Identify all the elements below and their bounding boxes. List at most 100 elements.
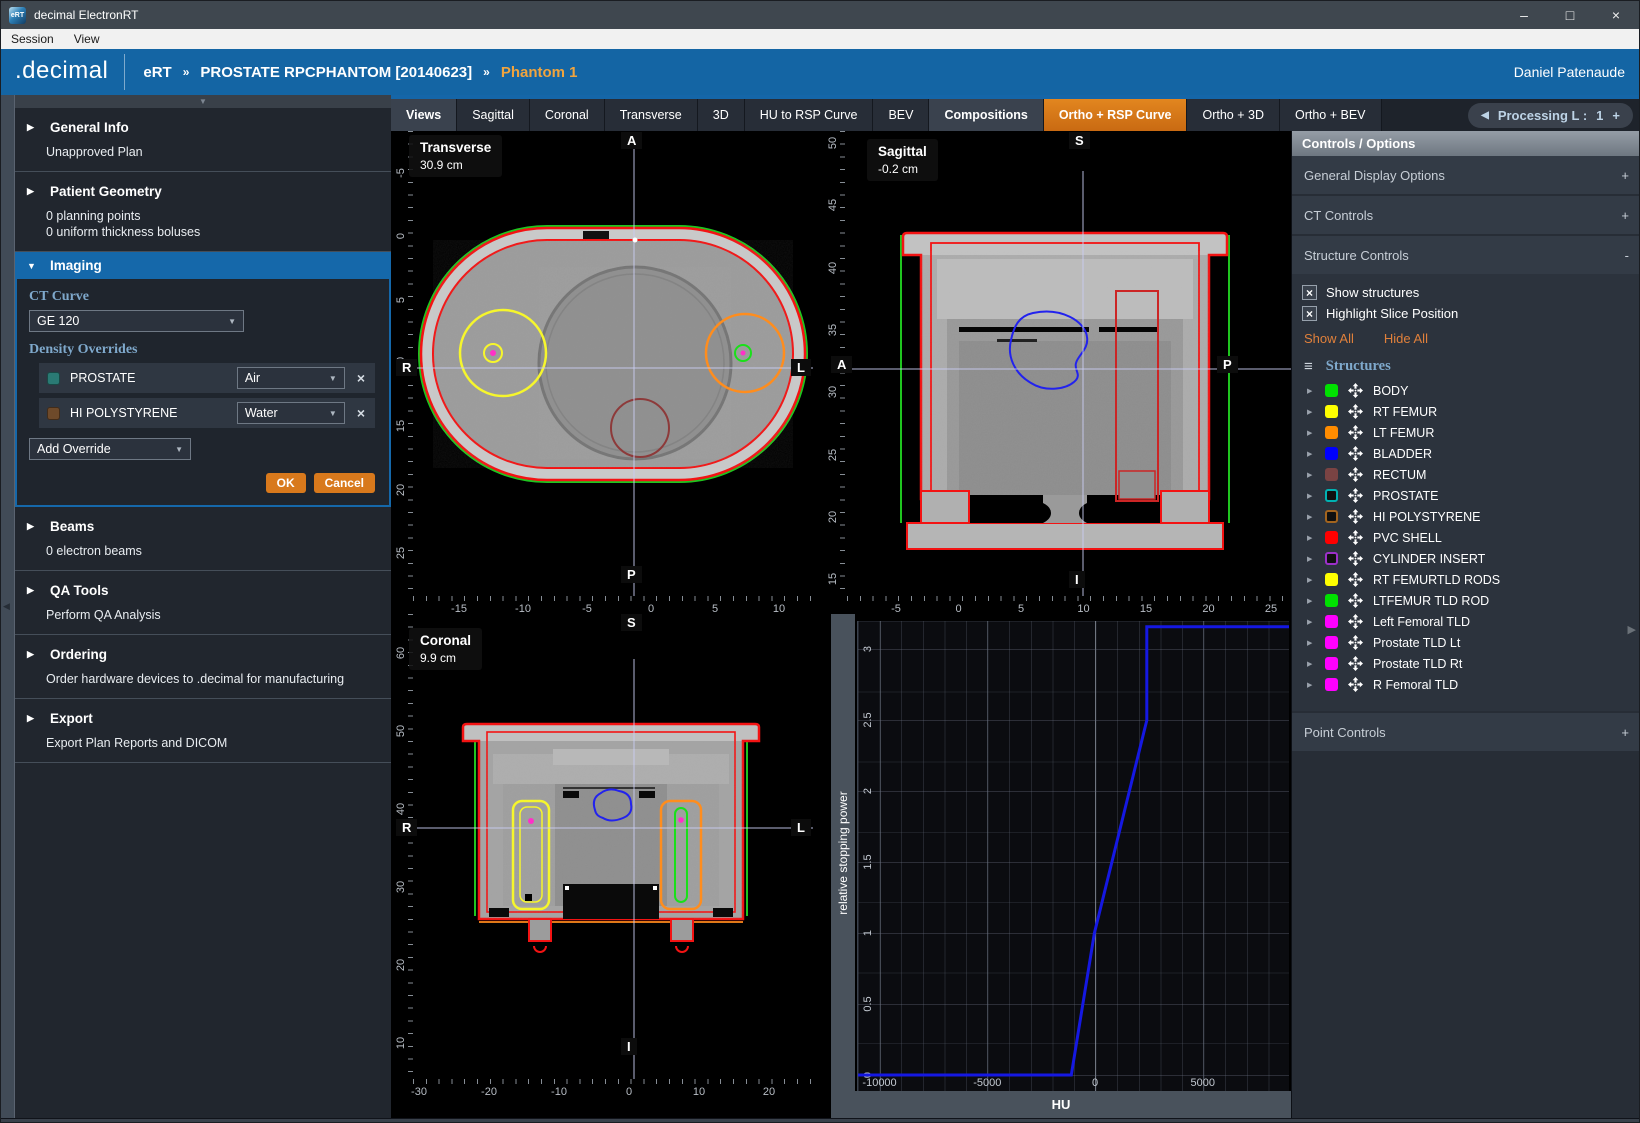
structure-list-item[interactable]: ▶ RT FEMURTLD RODS	[1292, 569, 1640, 590]
move-icon[interactable]	[1348, 509, 1363, 524]
move-icon[interactable]	[1348, 551, 1363, 566]
move-icon[interactable]	[1348, 530, 1363, 545]
section-general-info-header[interactable]: ▶ General Info	[15, 117, 391, 138]
chevron-right-icon[interactable]: ▶	[1307, 555, 1315, 563]
structure-color-swatch[interactable]	[1325, 447, 1338, 460]
structure-list-item[interactable]: ▶ BLADDER	[1292, 443, 1640, 464]
move-icon[interactable]	[1348, 656, 1363, 671]
structure-color-swatch[interactable]	[1325, 657, 1338, 670]
section-general-display-options[interactable]: General Display Options +	[1292, 156, 1640, 194]
sidebar-collapse-bar[interactable]: ▼	[15, 95, 391, 108]
structure-list-item[interactable]: ▶ RECTUM	[1292, 464, 1640, 485]
ct-curve-select[interactable]: GE 120 ▼	[29, 310, 244, 332]
move-icon[interactable]	[1348, 635, 1363, 650]
view-tab[interactable]: Sagittal	[457, 99, 530, 131]
remove-override-button[interactable]: ×	[355, 405, 367, 421]
chevron-right-icon[interactable]: ▶	[1307, 429, 1315, 437]
breadcrumb-plan[interactable]: PROSTATE RPCPHANTOM [20140623]	[200, 64, 472, 81]
view-tab[interactable]: BEV	[873, 99, 929, 131]
collapse-icon[interactable]: -	[1625, 248, 1629, 263]
chevron-right-icon[interactable]: ▶	[1307, 660, 1315, 668]
rsp-curve-panel[interactable]: relative stopping power -10000-500005000…	[823, 614, 1291, 1118]
chevron-right-icon[interactable]: ▶	[1307, 513, 1315, 521]
chevron-right-icon[interactable]: ▶	[1307, 408, 1315, 416]
override-material-select[interactable]: Air ▼	[237, 367, 345, 389]
section-imaging-header[interactable]: ▼ Imaging	[15, 252, 391, 279]
chevron-right-icon[interactable]: ▶	[1307, 639, 1315, 647]
previous-icon[interactable]: ◀	[1481, 110, 1489, 121]
structure-list-item[interactable]: ▶ BODY	[1292, 380, 1640, 401]
view-tab[interactable]: Ortho + BEV	[1280, 99, 1382, 131]
structure-color-swatch[interactable]	[1325, 594, 1338, 607]
section-beams-header[interactable]: ▶ Beams	[15, 516, 391, 537]
processing-control[interactable]: ◀ Processing L : 1 +	[1468, 103, 1633, 128]
coronal-view[interactable]: Coronal 9.9 cm S I R L 605040302010 -30-…	[391, 614, 813, 1118]
chevron-right-icon[interactable]: ▶	[1307, 534, 1315, 542]
structure-color-swatch[interactable]	[1325, 510, 1338, 523]
chevron-right-icon[interactable]: ▶	[1307, 471, 1315, 479]
cancel-button[interactable]: Cancel	[314, 473, 375, 493]
override-material-select[interactable]: Water ▼	[237, 402, 345, 424]
show-structures-checkbox[interactable]: ×	[1302, 285, 1317, 300]
ok-button[interactable]: OK	[266, 473, 306, 493]
chevron-right-icon[interactable]: ▶	[1307, 492, 1315, 500]
structure-color-swatch[interactable]	[1325, 552, 1338, 565]
close-button[interactable]: ×	[1593, 1, 1639, 29]
add-override-select[interactable]: Add Override ▼	[29, 438, 191, 460]
menu-session[interactable]: Session	[1, 32, 64, 46]
section-qa-tools-header[interactable]: ▶ QA Tools	[15, 580, 391, 601]
hide-all-link[interactable]: Hide All	[1384, 331, 1428, 346]
section-point-controls[interactable]: Point Controls +	[1292, 713, 1640, 751]
structure-color-swatch[interactable]	[1325, 573, 1338, 586]
structure-color-swatch[interactable]	[1325, 384, 1338, 397]
chevron-right-icon[interactable]: ▶	[1307, 387, 1315, 395]
structure-list-item[interactable]: ▶ HI POLYSTYRENE	[1292, 506, 1640, 527]
move-icon[interactable]	[1348, 425, 1363, 440]
section-structure-controls[interactable]: Structure Controls -	[1292, 236, 1640, 274]
section-ct-controls[interactable]: CT Controls +	[1292, 196, 1640, 234]
chevron-right-icon[interactable]: ▶	[1307, 681, 1315, 689]
structure-list-item[interactable]: ▶ LTFEMUR TLD ROD	[1292, 590, 1640, 611]
view-tab[interactable]: HU to RSP Curve	[745, 99, 874, 131]
move-icon[interactable]	[1348, 677, 1363, 692]
structure-list-item[interactable]: ▶ Prostate TLD Rt	[1292, 653, 1640, 674]
transverse-view[interactable]: Transverse 30.9 cm A P R L -50510152025 …	[391, 131, 813, 614]
view-tab[interactable]: Ortho + 3D	[1187, 99, 1280, 131]
expand-icon[interactable]: +	[1621, 208, 1629, 223]
menu-view[interactable]: View	[64, 32, 110, 46]
expand-icon[interactable]: +	[1621, 168, 1629, 183]
structure-list-item[interactable]: ▶ CYLINDER INSERT	[1292, 548, 1640, 569]
highlight-slice-checkbox[interactable]: ×	[1302, 306, 1317, 321]
move-icon[interactable]	[1348, 383, 1363, 398]
structure-color-swatch[interactable]	[1325, 531, 1338, 544]
move-icon[interactable]	[1348, 446, 1363, 461]
breadcrumb-app[interactable]: eRT	[143, 64, 171, 81]
remove-override-button[interactable]: ×	[355, 370, 367, 386]
section-export-header[interactable]: ▶ Export	[15, 708, 391, 729]
structure-list-item[interactable]: ▶ Prostate TLD Lt	[1292, 632, 1640, 653]
show-all-link[interactable]: Show All	[1304, 331, 1354, 346]
structure-list-item[interactable]: ▶ PROSTATE	[1292, 485, 1640, 506]
panel-collapse-icon[interactable]: ▶	[1628, 623, 1636, 636]
move-icon[interactable]	[1348, 572, 1363, 587]
view-tab[interactable]: Compositions	[929, 99, 1043, 131]
chevron-right-icon[interactable]: ▶	[1307, 618, 1315, 626]
show-structures-row[interactable]: × Show structures	[1292, 282, 1640, 303]
highlight-slice-row[interactable]: × Highlight Slice Position	[1292, 303, 1640, 324]
move-icon[interactable]	[1348, 614, 1363, 629]
move-icon[interactable]	[1348, 488, 1363, 503]
minimize-button[interactable]: –	[1501, 1, 1547, 29]
view-tab[interactable]: Coronal	[530, 99, 605, 131]
structure-color-swatch[interactable]	[1325, 426, 1338, 439]
sidebar-collapse-icon[interactable]: ◀	[3, 601, 10, 612]
breadcrumb-context[interactable]: Phantom 1	[501, 64, 578, 81]
structure-list-item[interactable]: ▶ PVC SHELL	[1292, 527, 1640, 548]
structure-color-swatch[interactable]	[1325, 489, 1338, 502]
move-icon[interactable]	[1348, 404, 1363, 419]
structure-color-swatch[interactable]	[1325, 468, 1338, 481]
structure-color-swatch[interactable]	[1325, 615, 1338, 628]
structure-color-swatch[interactable]	[1325, 636, 1338, 649]
rsp-plot[interactable]: -10000-50000500000.511.522.53	[857, 621, 1289, 1093]
structure-list-item[interactable]: ▶ R Femoral TLD	[1292, 674, 1640, 695]
sagittal-view[interactable]: Sagittal -0.2 cm S I A P 504540353025201…	[823, 131, 1291, 614]
